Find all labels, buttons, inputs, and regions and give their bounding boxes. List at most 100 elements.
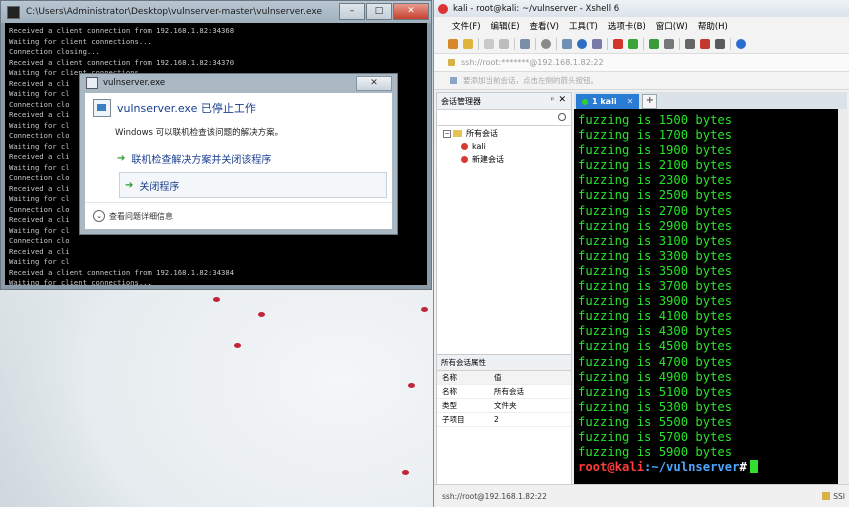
toolbar-separator xyxy=(556,37,557,50)
terminal-line: fuzzing is 3900 bytes xyxy=(578,294,733,309)
print-icon[interactable] xyxy=(562,38,572,49)
toolbar-separator xyxy=(478,37,479,50)
terminal-line: fuzzing is 5100 bytes xyxy=(578,384,733,399)
xshell-titlebar[interactable]: kali - root@kali: ~/vulnserver - Xshell … xyxy=(434,0,849,17)
tree-item-kali[interactable]: kali xyxy=(443,140,504,153)
crash-dialog[interactable]: vulnserver.exe ✕ vulnserver.exe 已停止工作 Wi… xyxy=(79,73,398,235)
connect-icon[interactable] xyxy=(484,38,494,49)
font-icon[interactable] xyxy=(592,38,602,49)
property-value: 文件夹 xyxy=(489,399,571,413)
terminal-line: fuzzing is 4900 bytes xyxy=(578,369,733,384)
collapse-icon[interactable]: − xyxy=(443,129,451,138)
dialog-content: vulnserver.exe 已停止工作 Windows 可以联机检查该问题的解… xyxy=(85,93,392,229)
terminal-scrollbar[interactable] xyxy=(838,109,848,485)
tree-root[interactable]: − 所有会话 xyxy=(443,127,504,140)
copy-icon[interactable] xyxy=(520,38,530,49)
search-icon xyxy=(558,113,566,121)
program-icon xyxy=(93,99,111,117)
globe-icon[interactable] xyxy=(577,38,587,49)
terminal-line: fuzzing is 4700 bytes xyxy=(578,354,733,369)
status-protocol: SSI xyxy=(822,492,845,501)
help-icon[interactable] xyxy=(736,38,746,49)
terminal-line: fuzzing is 3700 bytes xyxy=(578,279,733,294)
xshell-title: kali - root@kali: ~/vulnserver - Xshell … xyxy=(453,3,620,14)
terminal[interactable]: fuzzing is 1500 bytes fuzzing is 1700 byt… xyxy=(574,109,838,485)
app-icon xyxy=(86,77,98,89)
tree-item-label: 新建会话 xyxy=(472,155,504,164)
terminal-line: fuzzing is 2700 bytes xyxy=(578,203,733,218)
tab-label: 1 kali xyxy=(592,97,617,106)
close-icon[interactable]: ✕ xyxy=(558,95,566,105)
menu-file[interactable]: 文件(F) xyxy=(452,20,481,32)
green-arrow-icon: ➔ xyxy=(117,153,126,164)
dialog-close-button[interactable]: ✕ xyxy=(356,76,392,91)
session-tree: − 所有会话 kali 新建会话 xyxy=(443,127,504,166)
new-tab-button[interactable]: + xyxy=(642,94,658,109)
check-online-label: 联机检查解决方案并关闭该程序 xyxy=(131,155,272,166)
close-program-option[interactable]: ➔ 关闭程序 xyxy=(119,172,387,198)
prompt-user: root@kali xyxy=(578,460,645,475)
xshell-icon[interactable] xyxy=(613,38,623,49)
hint-text: 要添加当前会话，点击左侧的箭头按钮。 xyxy=(463,76,598,85)
hint-bar: 要添加当前会话，点击左侧的箭头按钮。 xyxy=(434,72,849,90)
maximize-button[interactable]: □ xyxy=(366,3,392,20)
tab-kali[interactable]: 1 kali ✕ xyxy=(576,94,640,109)
menu-window[interactable]: 窗口(W) xyxy=(656,20,688,32)
new-session-icon[interactable] xyxy=(448,38,458,49)
check-online-option[interactable]: ➔ 联机检查解决方案并关闭该程序 xyxy=(117,151,271,166)
minimize-button[interactable]: – xyxy=(339,3,365,20)
terminal-line: fuzzing is 3500 bytes xyxy=(578,263,733,278)
close-button[interactable]: ✕ xyxy=(393,3,429,20)
xshell-logo-icon xyxy=(438,3,448,14)
menu-tabs[interactable]: 选项卡(B) xyxy=(608,20,646,32)
property-key: 名称 xyxy=(437,385,489,399)
toolbar-separator xyxy=(514,37,515,50)
console-line: Connection clo xyxy=(9,236,70,245)
terminal-line: fuzzing is 5500 bytes xyxy=(578,414,733,429)
tab-close-icon[interactable]: ✕ xyxy=(627,97,634,106)
pin-icon[interactable]: ᵖ xyxy=(551,96,554,104)
search-icon[interactable] xyxy=(541,38,551,49)
petal-decoration xyxy=(408,383,415,388)
folder-icon xyxy=(453,130,462,137)
menu-help[interactable]: 帮助(H) xyxy=(698,20,728,32)
layout-icon[interactable] xyxy=(715,38,725,49)
lock-icon[interactable] xyxy=(664,38,674,49)
menu-tools[interactable]: 工具(T) xyxy=(569,20,598,32)
terminal-line: fuzzing is 2300 bytes xyxy=(578,173,733,188)
toolbar-separator xyxy=(643,37,644,50)
session-manager-header: 会话管理器 ᵖ ✕ xyxy=(437,93,571,110)
keyboard-icon[interactable] xyxy=(685,38,695,49)
menu-edit[interactable]: 编辑(E) xyxy=(491,20,520,32)
console-line: Received a cli xyxy=(9,246,70,256)
status-protocol-label: SSI xyxy=(833,491,845,501)
open-folder-icon[interactable] xyxy=(463,38,473,49)
tree-item-label: kali xyxy=(472,142,486,151)
session-search[interactable] xyxy=(437,110,571,126)
dialog-titlebar[interactable]: vulnserver.exe xyxy=(80,74,397,92)
terminal-line: fuzzing is 3100 bytes xyxy=(578,233,733,248)
status-connection: ssh://root@192.168.1.82:22 xyxy=(442,491,547,501)
property-value: 所有会话 xyxy=(489,385,571,399)
tree-item-new-session[interactable]: 新建会话 xyxy=(443,153,504,166)
view-details-toggle[interactable]: ⌄ 查看问题详细信息 xyxy=(93,210,173,222)
dialog-subtext: Windows 可以联机检查该问题的解决方案。 xyxy=(115,128,284,138)
property-key: 类型 xyxy=(437,399,489,413)
xshell-window[interactable]: kali - root@kali: ~/vulnserver - Xshell … xyxy=(433,0,849,507)
close-program-label: 关闭程序 xyxy=(139,181,180,193)
properties-header-name: 名称 xyxy=(437,371,489,385)
property-value: 2 xyxy=(489,413,571,427)
script-icon[interactable] xyxy=(700,38,710,49)
console-line: Received a client connection from 192.16… xyxy=(9,26,235,35)
xftp-icon[interactable] xyxy=(628,38,638,49)
fullscreen-icon[interactable] xyxy=(649,38,659,49)
console-line: Waiting for client connections... xyxy=(9,278,152,285)
session-icon xyxy=(461,156,468,163)
disconnect-icon[interactable] xyxy=(499,38,509,49)
menu-view[interactable]: 查看(V) xyxy=(530,20,559,32)
petal-decoration xyxy=(402,470,409,475)
dialog-divider xyxy=(85,202,392,203)
terminal-line: fuzzing is 2100 bytes xyxy=(578,158,733,173)
terminal-line: fuzzing is 2900 bytes xyxy=(578,218,733,233)
address-bar[interactable]: ssh://root:*******@192.168.1.82:22 xyxy=(434,54,849,72)
